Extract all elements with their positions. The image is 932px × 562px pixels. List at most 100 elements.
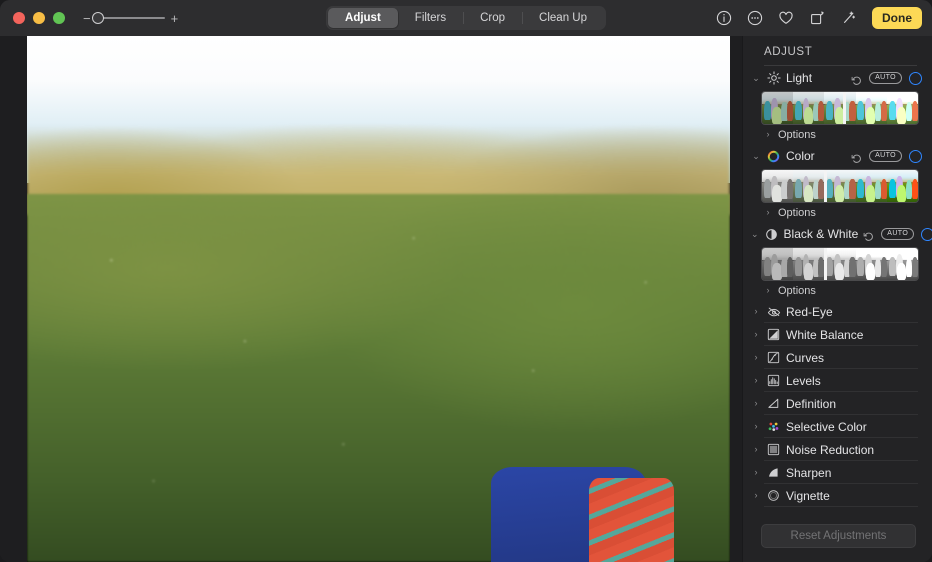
- section-color-header[interactable]: ⌄: [743, 144, 932, 168]
- section-light-label: Light: [786, 71, 846, 85]
- vignette-icon: [766, 488, 781, 503]
- section-light-header[interactable]: ⌄ Light AUTO: [743, 66, 932, 90]
- section-sharpen[interactable]: › Sharpen: [743, 461, 932, 484]
- color-wheel-icon: [766, 149, 781, 164]
- zoom-slider-track[interactable]: [97, 17, 165, 19]
- more-options-icon[interactable]: [746, 9, 764, 27]
- chevron-right-icon[interactable]: ›: [763, 208, 773, 217]
- section-curves[interactable]: › Curves: [743, 346, 932, 369]
- section-selective-color[interactable]: › Selective Color: [743, 415, 932, 438]
- enable-toggle-color[interactable]: [909, 150, 922, 163]
- selective-color-icon: [766, 419, 781, 434]
- section-light: ⌄ Light AUTO: [743, 66, 932, 144]
- section-red-eye[interactable]: › Red-Eye: [743, 300, 932, 323]
- sun-icon: [766, 71, 781, 86]
- section-color-label: Color: [786, 149, 846, 163]
- definition-icon: [766, 396, 781, 411]
- section-red-eye-label: Red-Eye: [786, 305, 932, 319]
- zoom-slider-knob[interactable]: [92, 12, 104, 24]
- levels-icon: [766, 373, 781, 388]
- zoom-in-icon[interactable]: +: [171, 12, 179, 25]
- black-and-white-options-row[interactable]: › Options: [743, 281, 932, 300]
- reset-icon[interactable]: [851, 151, 862, 162]
- light-options-row[interactable]: › Options: [743, 125, 932, 144]
- toolbar-actions: Done: [715, 7, 922, 29]
- light-strip-position-marker[interactable]: [843, 92, 846, 124]
- eye-slash-icon: [766, 304, 781, 319]
- section-black-and-white-header[interactable]: ⌄ Black & White AUTO: [743, 222, 932, 246]
- section-noise-reduction[interactable]: › Noise Reduction: [743, 438, 932, 461]
- adjust-sidebar: ADJUST ⌄ Light: [742, 36, 932, 562]
- auto-button-light[interactable]: AUTO: [869, 72, 902, 84]
- section-vignette[interactable]: › Vignette: [743, 484, 932, 507]
- chevron-right-icon[interactable]: ›: [751, 445, 761, 454]
- section-definition[interactable]: › Definition: [743, 392, 932, 415]
- info-icon[interactable]: [715, 9, 733, 27]
- chevron-right-icon[interactable]: ›: [763, 286, 773, 295]
- photos-edit-window: − + Adjust Filters Crop Clean Up: [0, 0, 932, 562]
- color-strip-position-marker[interactable]: [824, 170, 827, 202]
- section-curves-label: Curves: [786, 351, 932, 365]
- minimize-button[interactable]: [33, 12, 45, 24]
- photo-viewer[interactable]: [27, 36, 730, 562]
- reset-adjustments-button[interactable]: Reset Adjustments: [761, 524, 916, 548]
- section-black-and-white-controls: AUTO: [863, 228, 932, 241]
- auto-enhance-wand-icon[interactable]: [839, 9, 857, 27]
- black-and-white-strip-position-marker[interactable]: [824, 248, 827, 280]
- tab-crop[interactable]: Crop: [463, 8, 522, 28]
- section-white-balance[interactable]: › White Balance: [743, 323, 932, 346]
- tab-clean-up[interactable]: Clean Up: [522, 8, 604, 28]
- favorite-icon[interactable]: [777, 9, 795, 27]
- section-levels[interactable]: › Levels: [743, 369, 932, 392]
- color-thumbnail-strip[interactable]: [761, 169, 919, 203]
- chevron-right-icon[interactable]: ›: [751, 330, 761, 339]
- section-noise-reduction-label: Noise Reduction: [786, 443, 932, 457]
- canvas-area: [0, 36, 742, 562]
- black-and-white-thumbnail-strip[interactable]: [761, 247, 919, 281]
- section-vignette-label: Vignette: [786, 489, 932, 503]
- chevron-down-icon[interactable]: ⌄: [751, 230, 759, 239]
- editing-mode-tabs: Adjust Filters Crop Clean Up: [326, 6, 606, 30]
- chevron-down-icon[interactable]: ⌄: [751, 152, 761, 161]
- black-and-white-options-label: Options: [778, 285, 816, 297]
- enable-toggle-light[interactable]: [909, 72, 922, 85]
- chevron-right-icon[interactable]: ›: [763, 130, 773, 139]
- auto-button-color[interactable]: AUTO: [869, 150, 902, 162]
- zoom-out-icon[interactable]: −: [83, 12, 91, 25]
- reset-icon[interactable]: [851, 73, 862, 84]
- section-black-and-white: ⌄ Black & White AUTO: [743, 222, 932, 300]
- chevron-right-icon[interactable]: ›: [751, 353, 761, 362]
- section-color-controls: AUTO: [851, 150, 932, 163]
- titlebar: − + Adjust Filters Crop Clean Up: [0, 0, 932, 36]
- color-options-row[interactable]: › Options: [743, 203, 932, 222]
- zoom-button[interactable]: [53, 12, 65, 24]
- chevron-right-icon[interactable]: ›: [751, 399, 761, 408]
- tab-filters[interactable]: Filters: [398, 8, 463, 28]
- color-options-label: Options: [778, 207, 816, 219]
- chevron-right-icon[interactable]: ›: [751, 376, 761, 385]
- chevron-right-icon[interactable]: ›: [751, 468, 761, 477]
- light-options-label: Options: [778, 129, 816, 141]
- section-definition-label: Definition: [786, 397, 932, 411]
- close-button[interactable]: [13, 12, 25, 24]
- auto-button-black-and-white[interactable]: AUTO: [881, 228, 914, 240]
- chevron-right-icon[interactable]: ›: [751, 491, 761, 500]
- curves-icon: [766, 350, 781, 365]
- zoom-slider[interactable]: − +: [83, 12, 178, 25]
- chevron-right-icon[interactable]: ›: [751, 307, 761, 316]
- done-button[interactable]: Done: [872, 7, 922, 29]
- light-thumbnail-strip[interactable]: [761, 91, 919, 125]
- half-circle-icon: [764, 227, 779, 242]
- tab-adjust[interactable]: Adjust: [328, 8, 398, 28]
- reset-icon[interactable]: [863, 229, 874, 240]
- sidebar-title: ADJUST: [743, 36, 932, 58]
- noise-reduction-icon: [766, 442, 781, 457]
- traffic-lights: [13, 12, 65, 24]
- section-levels-label: Levels: [786, 374, 932, 388]
- section-color: ⌄: [743, 144, 932, 222]
- chevron-right-icon[interactable]: ›: [751, 422, 761, 431]
- section-sharpen-label: Sharpen: [786, 466, 932, 480]
- enable-toggle-black-and-white[interactable]: [921, 228, 932, 241]
- rotate-icon[interactable]: [808, 9, 826, 27]
- chevron-down-icon[interactable]: ⌄: [751, 74, 761, 83]
